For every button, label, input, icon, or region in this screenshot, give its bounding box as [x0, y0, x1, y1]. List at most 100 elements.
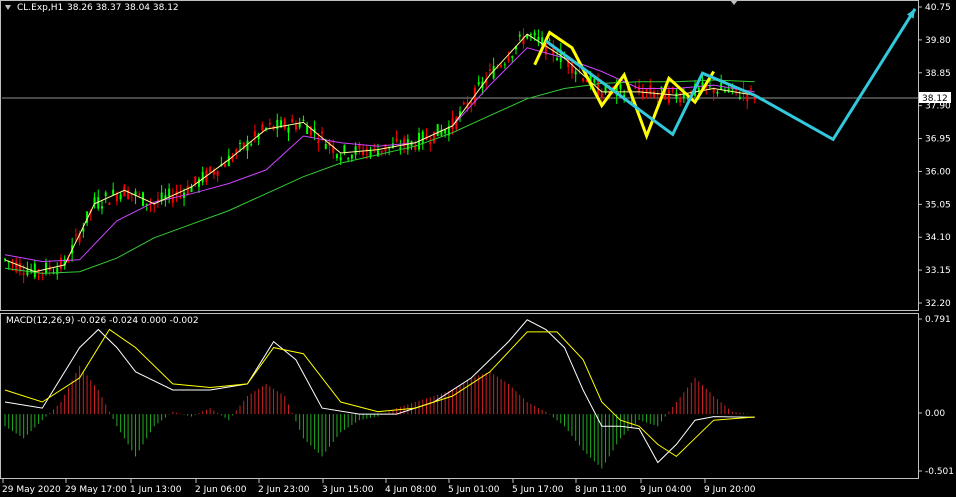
candle-body: [343, 145, 346, 153]
symbol-label: CL.Exp,H1: [17, 3, 64, 13]
dropdown-arrow-icon[interactable]: [5, 5, 11, 10]
candle-body: [582, 78, 585, 82]
candle-body: [324, 143, 327, 149]
candle-body: [380, 150, 383, 153]
price-tick-label: 39.80: [925, 36, 951, 46]
candle-body: [358, 144, 361, 149]
macd-plot-area: [4, 319, 755, 469]
candle-body: [138, 193, 141, 195]
price-plot-area: [2, 8, 918, 284]
candle-body: [477, 81, 480, 85]
price-tick-label: 32.20: [925, 299, 951, 309]
candle-body: [436, 124, 439, 137]
candle-body: [354, 146, 357, 155]
candle-body: [45, 262, 48, 274]
candle-body: [335, 154, 338, 159]
candle-body: [399, 147, 402, 149]
candle-body: [104, 192, 107, 197]
time-tick-label: 5 Jun 01:00: [448, 485, 500, 495]
time-tick-label: 8 Jun 11:00: [575, 485, 627, 495]
candle-body: [488, 69, 491, 71]
candle-body: [119, 194, 122, 200]
candle-body: [302, 119, 305, 121]
candle-body: [462, 102, 465, 104]
axes: 40.7539.8038.8537.9036.9536.0035.0534.10…: [2, 3, 954, 495]
candle-body: [533, 32, 536, 36]
candle-body: [294, 124, 297, 130]
macd-tick-label: 0.00: [925, 409, 945, 419]
macd-tick-label: 0.791: [925, 315, 951, 325]
candle-body: [317, 140, 320, 144]
candle-body: [253, 131, 256, 137]
candle-body: [679, 98, 682, 103]
candle-body: [59, 258, 62, 269]
price-tick-label: 36.00: [925, 167, 951, 177]
candle-body: [216, 170, 219, 176]
candle-body: [168, 188, 171, 197]
candle-body: [529, 33, 532, 35]
candle-body: [619, 84, 622, 89]
time-tick-label: 4 Jun 08:00: [385, 485, 437, 495]
candle-body: [432, 131, 435, 143]
price-tick-label: 40.75: [925, 3, 951, 13]
chart-window: 40.75 39.80 38.85 37.90 36.95 36.00 35.05 34.10…: [0, 0, 956, 497]
candle-body: [108, 202, 111, 205]
price-tick-label: 34.10: [925, 233, 951, 243]
candle-body: [209, 166, 212, 173]
candle-body: [268, 123, 271, 125]
candle-body: [339, 157, 342, 161]
time-tick-label: 29 May 17:00: [65, 485, 127, 495]
time-tick-label: 3 Jun 15:00: [322, 485, 374, 495]
candle-body: [556, 58, 559, 61]
price-tick-label: 35.05: [925, 200, 951, 210]
macd-line: [4, 319, 755, 464]
candle-body: [321, 131, 324, 134]
candle-body: [503, 64, 506, 66]
candle-body: [350, 154, 353, 159]
candle-body: [377, 150, 379, 157]
macd-tick-label: -0.501: [925, 467, 954, 477]
candle-body: [746, 95, 749, 102]
candle-body: [518, 34, 521, 37]
candle-body: [511, 56, 514, 58]
candle-body: [716, 91, 719, 94]
candle-body: [653, 91, 656, 98]
price-tick-label: 36.95: [925, 135, 951, 145]
candle-body: [261, 124, 264, 131]
price-tick-label: 38.85: [925, 69, 951, 79]
candle-body: [74, 234, 77, 236]
macd-indicator-label: MACD(12,26,9) -0.026 -0.024 0.000 -0.002: [6, 316, 199, 326]
candle-body: [246, 140, 249, 151]
candle-body: [537, 37, 540, 41]
candle-body: [100, 206, 103, 209]
candle-body: [574, 71, 577, 75]
candle-body: [500, 65, 503, 67]
current-price-label: 38.12: [922, 94, 948, 104]
zigzag-line: [533, 30, 715, 141]
candle-body: [22, 272, 25, 275]
candle-body: [645, 89, 648, 92]
candle-body: [429, 142, 432, 145]
candle-body: [287, 127, 290, 133]
candle-body: [291, 119, 294, 123]
price-tick-label: 33.15: [925, 266, 951, 276]
ma-slow-line: [4, 79, 755, 274]
candle-body: [667, 89, 670, 103]
candle-body: [115, 193, 118, 202]
candle-body: [347, 158, 350, 160]
time-tick-label: 9 Jun 20:00: [704, 485, 756, 495]
candle-body: [675, 93, 678, 99]
candle-body: [593, 78, 596, 83]
candle-body: [306, 125, 309, 134]
time-tick-label: 2 Jun 23:00: [258, 485, 310, 495]
price-panel-frame: [0, 0, 919, 311]
candle-body: [421, 131, 424, 144]
ohlc-label: 38.26 38.37 38.04 38.12: [67, 3, 179, 13]
shift-marker-icon[interactable]: [730, 0, 738, 5]
candle-body: [194, 176, 197, 184]
current-price-marker: 38.12: [919, 92, 951, 104]
time-tick-label: 1 Jun 13:00: [130, 485, 182, 495]
candle-body: [507, 57, 510, 62]
time-tick-label: 2 Jun 06:00: [195, 485, 247, 495]
candle-body: [276, 120, 279, 130]
